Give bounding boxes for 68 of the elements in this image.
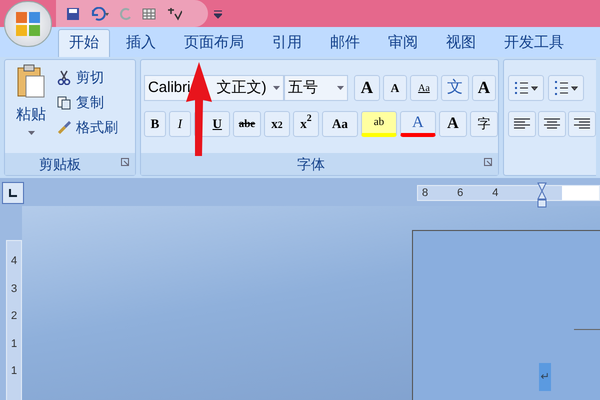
align-center-button[interactable] <box>538 111 566 137</box>
ribbon-tab[interactable]: 开发工具 <box>494 29 574 57</box>
group-label: 剪贴板 <box>39 154 81 174</box>
scissors-icon <box>57 70 72 84</box>
font-size-field[interactable]: 五号 <box>284 75 348 101</box>
ruler-number: 1 <box>10 336 18 352</box>
ruler-number: 4 <box>492 186 498 201</box>
ruler-number: 4 <box>10 254 18 269</box>
copy-icon <box>57 94 72 110</box>
office-logo-icon <box>14 10 42 38</box>
clear-formatting-button[interactable]: Aa <box>410 75 438 101</box>
ribbon-tab[interactable]: 开始 <box>58 29 110 57</box>
bold-button[interactable]: B <box>144 111 166 137</box>
save-icon[interactable] <box>66 6 80 20</box>
paste-button[interactable]: 粘贴 <box>5 64 57 153</box>
paintbrush-icon <box>57 120 72 134</box>
left-tab-icon <box>9 189 17 197</box>
strikethrough-button[interactable]: abe <box>232 111 261 137</box>
align-right-button[interactable] <box>568 111 596 137</box>
ribbon-tab[interactable]: 插入 <box>116 29 166 57</box>
ruler-text-area <box>562 186 599 200</box>
font-color-button[interactable]: A <box>400 111 436 137</box>
character-shading-button[interactable]: A <box>438 111 467 137</box>
ribbon-tab[interactable]: 审阅 <box>378 29 428 57</box>
group-label: 字体 <box>296 154 325 174</box>
table-icon[interactable] <box>142 6 156 20</box>
undo-icon[interactable] <box>90 6 110 20</box>
dropdown-arrow-icon <box>336 86 344 90</box>
clipboard-copy-button[interactable]: 复制 <box>57 91 118 113</box>
ruler-number: 6 <box>457 186 464 201</box>
tab-stop-selector[interactable] <box>2 182 24 204</box>
ribbon-tab[interactable]: 视图 <box>436 29 486 57</box>
clipboard-cut-button[interactable]: 剪切 <box>57 66 118 88</box>
ruler-number: 3 <box>10 282 18 296</box>
change-case-button[interactable]: Aa <box>322 111 358 137</box>
highlight-button[interactable]: ab <box>360 111 397 137</box>
italic-button[interactable]: I <box>168 111 191 137</box>
superscript-button[interactable]: x$^{2}$ <box>292 111 319 137</box>
grow-font-button[interactable]: A <box>354 75 380 101</box>
character-border-button[interactable]: A <box>472 75 496 101</box>
ruler-number: 2 <box>10 309 18 324</box>
align-left-icon <box>514 118 530 130</box>
align-right-icon <box>574 118 590 130</box>
indent-marker-icon[interactable] <box>537 182 547 208</box>
ribbon-tab[interactable]: 页面布局 <box>174 29 254 57</box>
numbered-list-icon <box>554 81 578 95</box>
dropdown-arrow-icon <box>272 86 280 90</box>
phonetic-guide-button[interactable]: 文 <box>440 75 469 101</box>
bullet-list-icon <box>514 81 538 95</box>
ruler-number: 8 <box>422 186 428 201</box>
bullet-list-button[interactable] <box>508 75 544 101</box>
align-center-icon <box>544 118 560 130</box>
customize-toolbar-icon[interactable] <box>214 8 222 18</box>
align-left-button[interactable] <box>508 111 536 137</box>
numbered-list-button[interactable] <box>548 75 584 101</box>
clipboard-icon <box>16 64 46 98</box>
dropdown-arrow-icon <box>28 130 34 134</box>
spelling-check-icon[interactable] <box>166 6 182 22</box>
dialog-launcher-icon[interactable] <box>120 158 129 166</box>
dialog-launcher-icon[interactable] <box>484 158 492 166</box>
enclose-character-button[interactable]: 字 <box>470 111 498 137</box>
ribbon-tab[interactable]: 邮件 <box>320 29 370 57</box>
ribbon-tab[interactable]: 引用 <box>262 29 312 57</box>
paragraph-mark: ↵ <box>539 363 551 391</box>
clipboard-format-painter-button[interactable]: 格式刷 <box>57 116 118 138</box>
subscript-button[interactable]: x$_{2}$ <box>264 111 290 137</box>
ruler-number: 1 <box>10 364 18 379</box>
shrink-font-button[interactable]: A <box>382 75 407 101</box>
